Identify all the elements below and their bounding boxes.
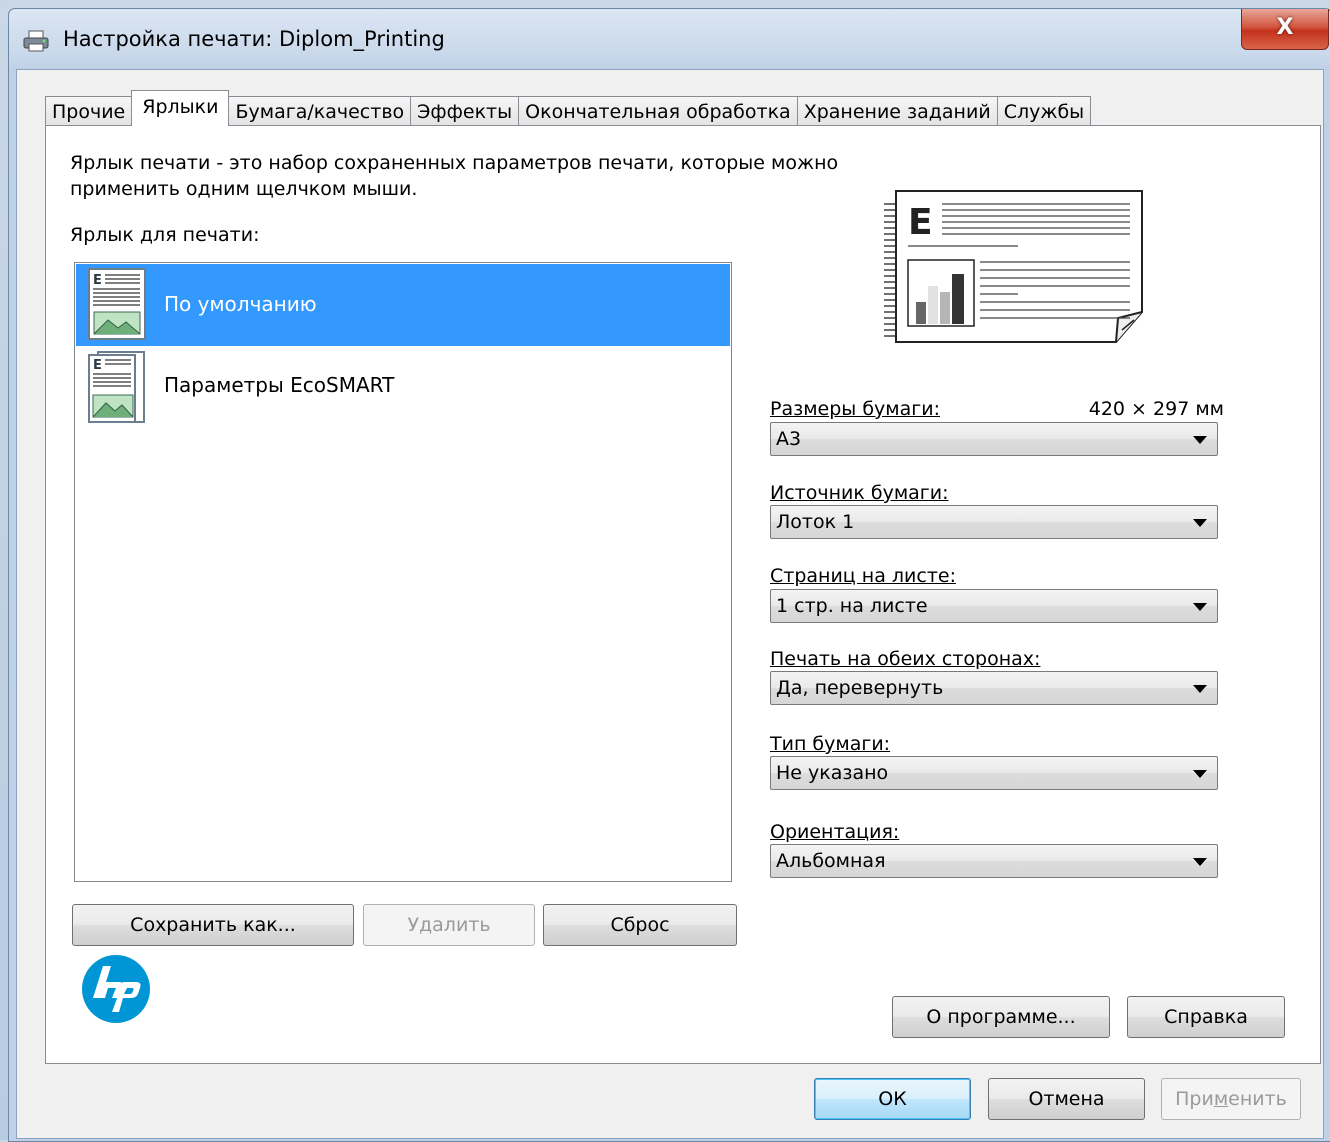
svg-text:E: E [93, 273, 102, 288]
paper-type-value: Не указано [776, 762, 889, 784]
pages-per-sheet-label: Страниц на листе: [770, 565, 956, 587]
svg-text:E: E [908, 202, 933, 243]
page-preview-icon: E [884, 190, 1143, 343]
document-duplex-icon: E [88, 351, 145, 423]
orientation-value: Альбомная [776, 850, 886, 872]
paper-type-label: Тип бумаги: [770, 733, 891, 755]
cancel-button[interactable]: Отмена [988, 1078, 1145, 1120]
tab-strip: Прочие Ярлыки Бумага/качество Эффекты Ок… [45, 90, 1092, 126]
shortcut-item-label: По умолчанию [164, 292, 317, 316]
paper-size-select[interactable]: А3 [770, 422, 1218, 456]
shortcuts-tab-panel: Ярлык печати - это набор сохраненных пар… [45, 125, 1321, 1064]
shortcut-item-ecosmart[interactable]: E Параметры EcoSMART [76, 347, 730, 429]
help-button[interactable]: Справка [1127, 996, 1285, 1038]
apply-button[interactable]: Применить [1161, 1078, 1301, 1120]
paper-type-select[interactable]: Не указано [770, 756, 1218, 790]
save-as-button[interactable]: Сохранить как... [72, 904, 354, 946]
shortcut-item-default[interactable]: E По умолчанию [76, 264, 730, 346]
close-button[interactable]: X [1241, 9, 1329, 50]
tab-shortcuts[interactable]: Ярлыки [131, 90, 230, 126]
paper-source-label: Источник бумаги: [770, 482, 949, 504]
reset-button[interactable]: Сброс [543, 904, 737, 946]
tab-effects[interactable]: Эффекты [410, 96, 520, 126]
duplex-label: Печать на обеих сторонах: [770, 648, 1041, 670]
apply-label-prefix: При [1175, 1088, 1214, 1110]
dialog-client-area: Прочие Ярлыки Бумага/качество Эффекты Ок… [16, 69, 1324, 1139]
paper-source-value: Лоток 1 [776, 511, 855, 533]
paper-size-value: А3 [776, 428, 802, 450]
hp-logo [82, 955, 150, 1023]
chevron-down-icon [1193, 436, 1207, 444]
tab-services[interactable]: Службы [996, 96, 1092, 126]
printer-icon [23, 30, 49, 52]
orientation-select[interactable]: Альбомная [770, 844, 1218, 878]
close-icon: X [1276, 15, 1294, 40]
svg-text:E: E [93, 358, 102, 373]
document-default-icon: E [88, 268, 146, 340]
chevron-down-icon [1193, 858, 1207, 866]
duplex-select[interactable]: Да, перевернуть [770, 671, 1218, 705]
paper-size-label: Размеры бумаги: [770, 398, 940, 420]
chevron-down-icon [1193, 685, 1207, 693]
shortcut-listbox[interactable]: E По умолчанию E Параметры EcoSMART [74, 262, 732, 882]
about-button[interactable]: О программе... [892, 996, 1110, 1038]
tab-job-storage[interactable]: Хранение заданий [796, 96, 998, 126]
pages-per-sheet-select[interactable]: 1 стр. на листе [770, 589, 1218, 623]
print-settings-window: Настройка печати: Diplom_Printing X Проч… [8, 8, 1330, 1142]
tab-finishing[interactable]: Окончательная обработка [518, 96, 798, 126]
chevron-down-icon [1193, 770, 1207, 778]
pages-per-sheet-value: 1 стр. на листе [776, 595, 928, 617]
chevron-down-icon [1193, 603, 1207, 611]
title-bar[interactable]: Настройка печати: Diplom_Printing X [9, 9, 1330, 69]
shortcut-list-label: Ярлык для печати: [70, 224, 260, 246]
ok-button[interactable]: ОК [814, 1078, 971, 1120]
shortcut-item-label: Параметры EcoSMART [164, 373, 395, 397]
paper-source-select[interactable]: Лоток 1 [770, 505, 1218, 539]
apply-label-suffix: енить [1228, 1088, 1287, 1110]
duplex-value: Да, перевернуть [776, 677, 944, 699]
tab-paper-quality[interactable]: Бумага/качество [228, 96, 412, 126]
shortcuts-description: Ярлык печати - это набор сохраненных пар… [70, 150, 890, 202]
description-line-1: Ярлык печати - это набор сохраненных пар… [70, 152, 839, 174]
delete-button[interactable]: Удалить [363, 904, 535, 946]
window-title: Настройка печати: Diplom_Printing [63, 27, 445, 51]
tab-other[interactable]: Прочие [45, 96, 133, 126]
paper-size-dimensions: 420 × 297 мм [1088, 398, 1224, 420]
apply-label-accelerator: м [1213, 1088, 1229, 1110]
description-line-2: применить одним щелчком мыши. [70, 178, 418, 200]
orientation-label: Ориентация: [770, 821, 900, 843]
chevron-down-icon [1193, 519, 1207, 527]
